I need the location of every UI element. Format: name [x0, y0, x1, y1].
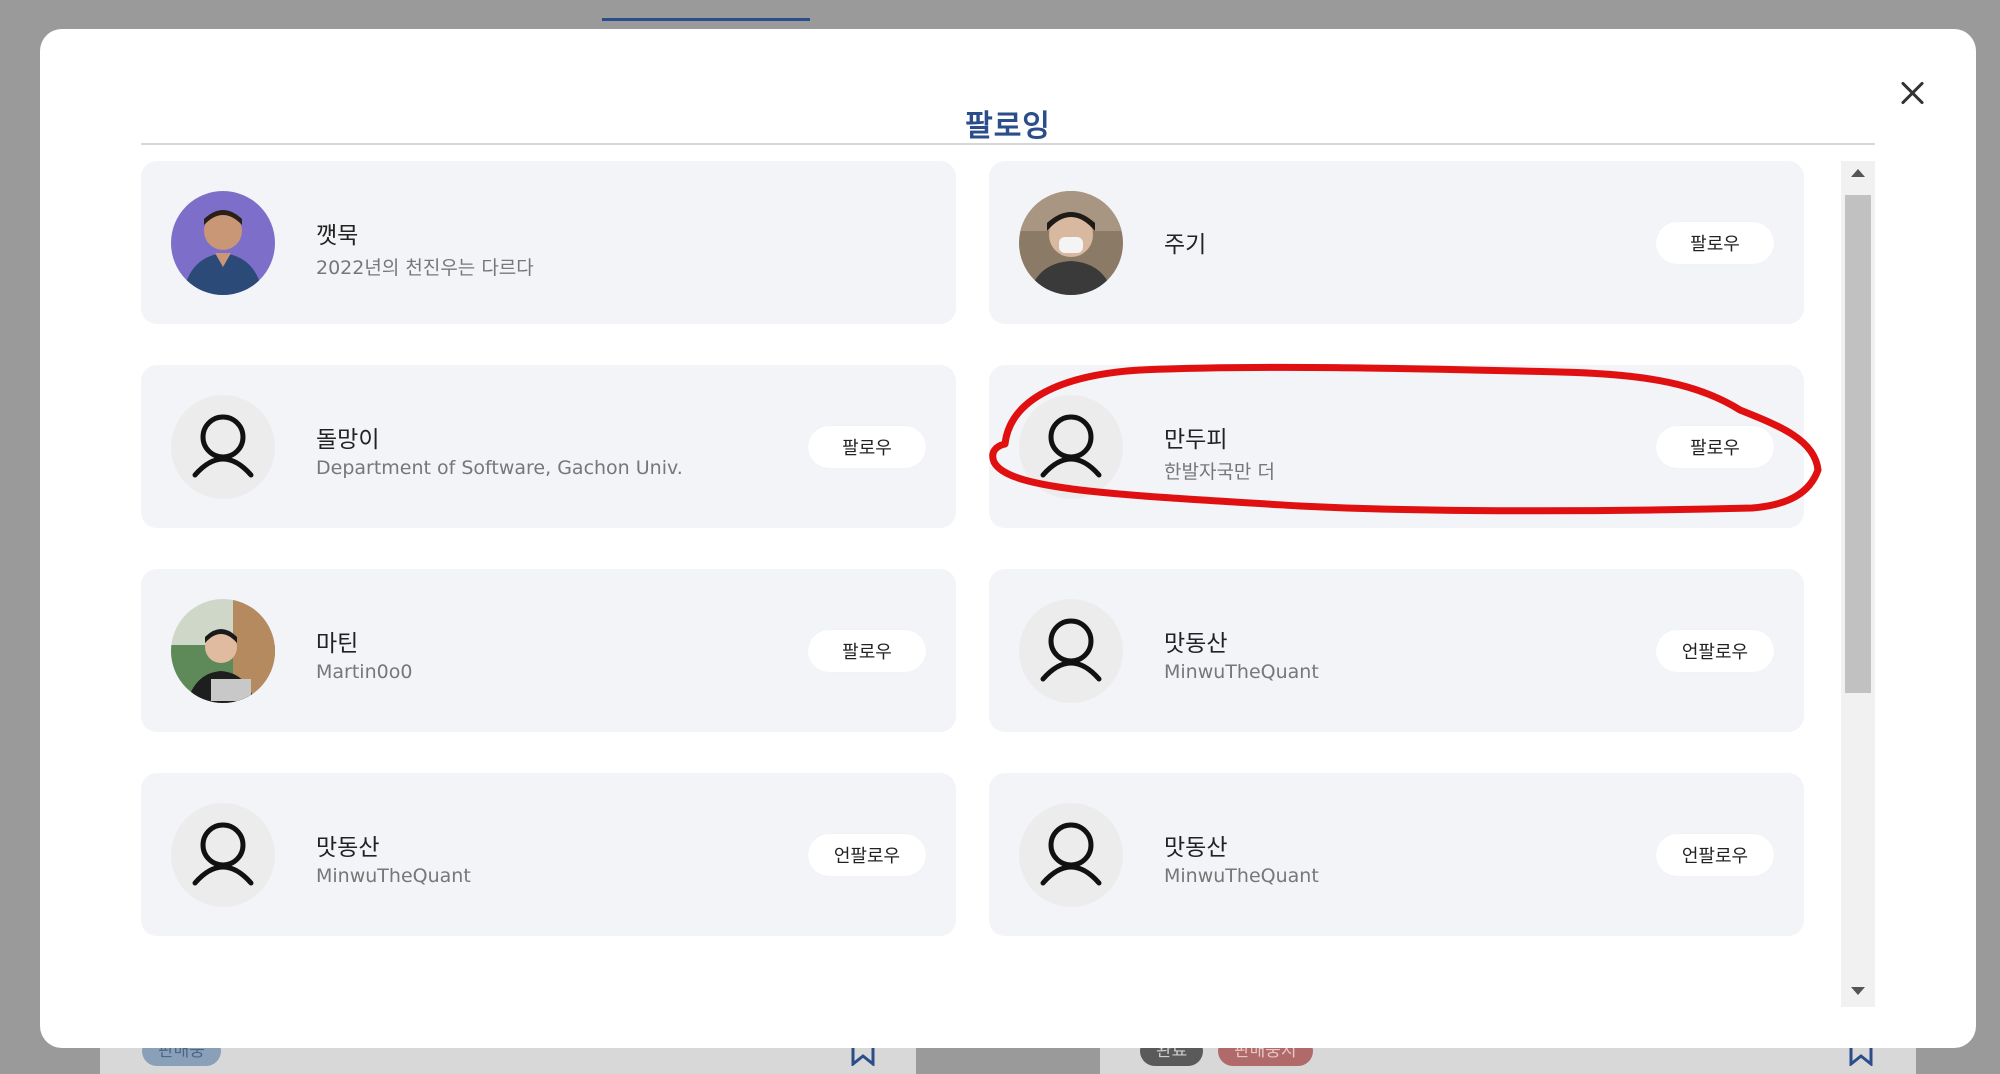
following-list: 깻묵 2022년의 천진우는 다르다 주기 팔로우 돌망이 Department… [141, 161, 1841, 1001]
avatar[interactable] [1019, 395, 1123, 499]
user-bio: MinwuTheQuant [1164, 661, 1319, 683]
user-bio: MinwuTheQuant [1164, 865, 1319, 887]
avatar[interactable] [1019, 191, 1123, 295]
follow-button[interactable]: 팔로우 [1656, 222, 1774, 264]
user-name: 맛동산 [316, 835, 380, 861]
user-name: 깻묵 [316, 223, 359, 249]
background-tab-underline [602, 18, 810, 21]
avatar[interactable] [1019, 803, 1123, 907]
profile-photo [171, 191, 275, 295]
follow-button[interactable]: 팔로우 [808, 630, 926, 672]
user-name: 맛동산 [1164, 631, 1228, 657]
user-icon [192, 414, 254, 478]
follow-button[interactable]: 팔로우 [808, 426, 926, 468]
scroll-thumb[interactable] [1845, 195, 1871, 693]
follow-button[interactable]: 팔로우 [1656, 426, 1774, 468]
avatar[interactable] [171, 395, 275, 499]
following-modal: 팔로잉 깻묵 2022년의 천진우는 다르다 주기 팔로우 돌망이 Depart… [40, 29, 1976, 1048]
user-name: 주기 [1164, 232, 1207, 258]
avatar[interactable] [1019, 599, 1123, 703]
avatar[interactable] [171, 191, 275, 295]
close-icon[interactable] [1892, 73, 1932, 113]
user-card[interactable]: 마틴 Martin0o0 팔로우 [141, 569, 956, 732]
user-name: 맛동산 [1164, 835, 1228, 861]
user-bio: 한발자국만 더 [1164, 461, 1275, 483]
unfollow-button[interactable]: 언팔로우 [1656, 630, 1774, 672]
user-card[interactable]: 맛동산 MinwuTheQuant 언팔로우 [989, 569, 1804, 732]
profile-photo [171, 599, 275, 703]
scroll-down-icon[interactable] [1851, 987, 1865, 995]
user-card[interactable]: 만두피 한발자국만 더 팔로우 [989, 365, 1804, 528]
user-card[interactable]: 맛동산 MinwuTheQuant 언팔로우 [989, 773, 1804, 936]
user-bio: MinwuTheQuant [316, 865, 471, 887]
user-card[interactable]: 돌망이 Department of Software, Gachon Univ.… [141, 365, 956, 528]
avatar[interactable] [171, 803, 275, 907]
user-icon [1040, 618, 1102, 682]
user-bio: 2022년의 천진우는 다르다 [316, 257, 534, 279]
avatar[interactable] [171, 599, 275, 703]
user-name: 마틴 [316, 631, 359, 657]
profile-photo [1019, 191, 1123, 295]
user-icon [192, 822, 254, 886]
title-divider [141, 143, 1875, 145]
user-card[interactable]: 깻묵 2022년의 천진우는 다르다 [141, 161, 956, 324]
user-card[interactable]: 맛동산 MinwuTheQuant 언팔로우 [141, 773, 956, 936]
user-name: 돌망이 [316, 427, 380, 453]
unfollow-button[interactable]: 언팔로우 [1656, 834, 1774, 876]
user-icon [1040, 822, 1102, 886]
modal-title: 팔로잉 [965, 109, 1051, 144]
user-card[interactable]: 주기 팔로우 [989, 161, 1804, 324]
user-name: 만두피 [1164, 427, 1228, 453]
list-scrollbar[interactable] [1841, 161, 1875, 1007]
user-bio: Martin0o0 [316, 661, 413, 683]
user-icon [1040, 414, 1102, 478]
unfollow-button[interactable]: 언팔로우 [808, 834, 926, 876]
user-bio: Department of Software, Gachon Univ. [316, 457, 683, 479]
scroll-up-icon[interactable] [1851, 169, 1865, 177]
